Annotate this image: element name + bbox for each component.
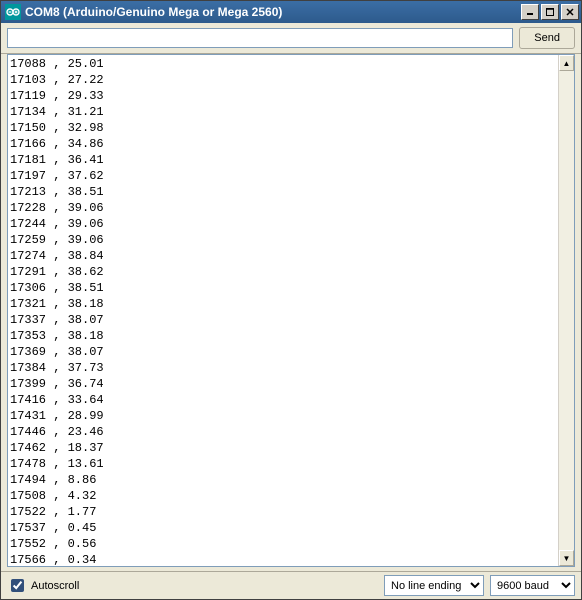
close-button[interactable] (561, 4, 579, 20)
line-ending-select[interactable]: No line ending (384, 575, 484, 596)
window-controls (521, 4, 579, 20)
titlebar: COM8 (Arduino/Genuino Mega or Mega 2560) (1, 1, 581, 23)
autoscroll-wrapper[interactable]: Autoscroll (7, 576, 378, 595)
autoscroll-checkbox[interactable] (11, 579, 24, 592)
serial-input[interactable] (7, 28, 513, 48)
scroll-up-button[interactable]: ▲ (559, 55, 574, 71)
scroll-down-button[interactable]: ▼ (559, 550, 574, 566)
send-panel: Send (1, 23, 581, 54)
serial-monitor-window: COM8 (Arduino/Genuino Mega or Mega 2560)… (0, 0, 582, 600)
arduino-icon (5, 4, 21, 20)
output-panel: 17088 , 25.01 17103 , 27.22 17119 , 29.3… (7, 54, 575, 567)
baud-select[interactable]: 9600 baud (490, 575, 575, 596)
autoscroll-label: Autoscroll (31, 580, 79, 592)
vertical-scrollbar[interactable]: ▲ ▼ (558, 55, 574, 566)
footer-panel: Autoscroll No line ending 9600 baud (1, 571, 581, 599)
minimize-button[interactable] (521, 4, 539, 20)
scroll-track[interactable] (559, 71, 574, 550)
serial-output[interactable]: 17088 , 25.01 17103 , 27.22 17119 , 29.3… (8, 55, 574, 566)
maximize-button[interactable] (541, 4, 559, 20)
send-button[interactable]: Send (519, 27, 575, 49)
window-title: COM8 (Arduino/Genuino Mega or Mega 2560) (25, 5, 521, 19)
